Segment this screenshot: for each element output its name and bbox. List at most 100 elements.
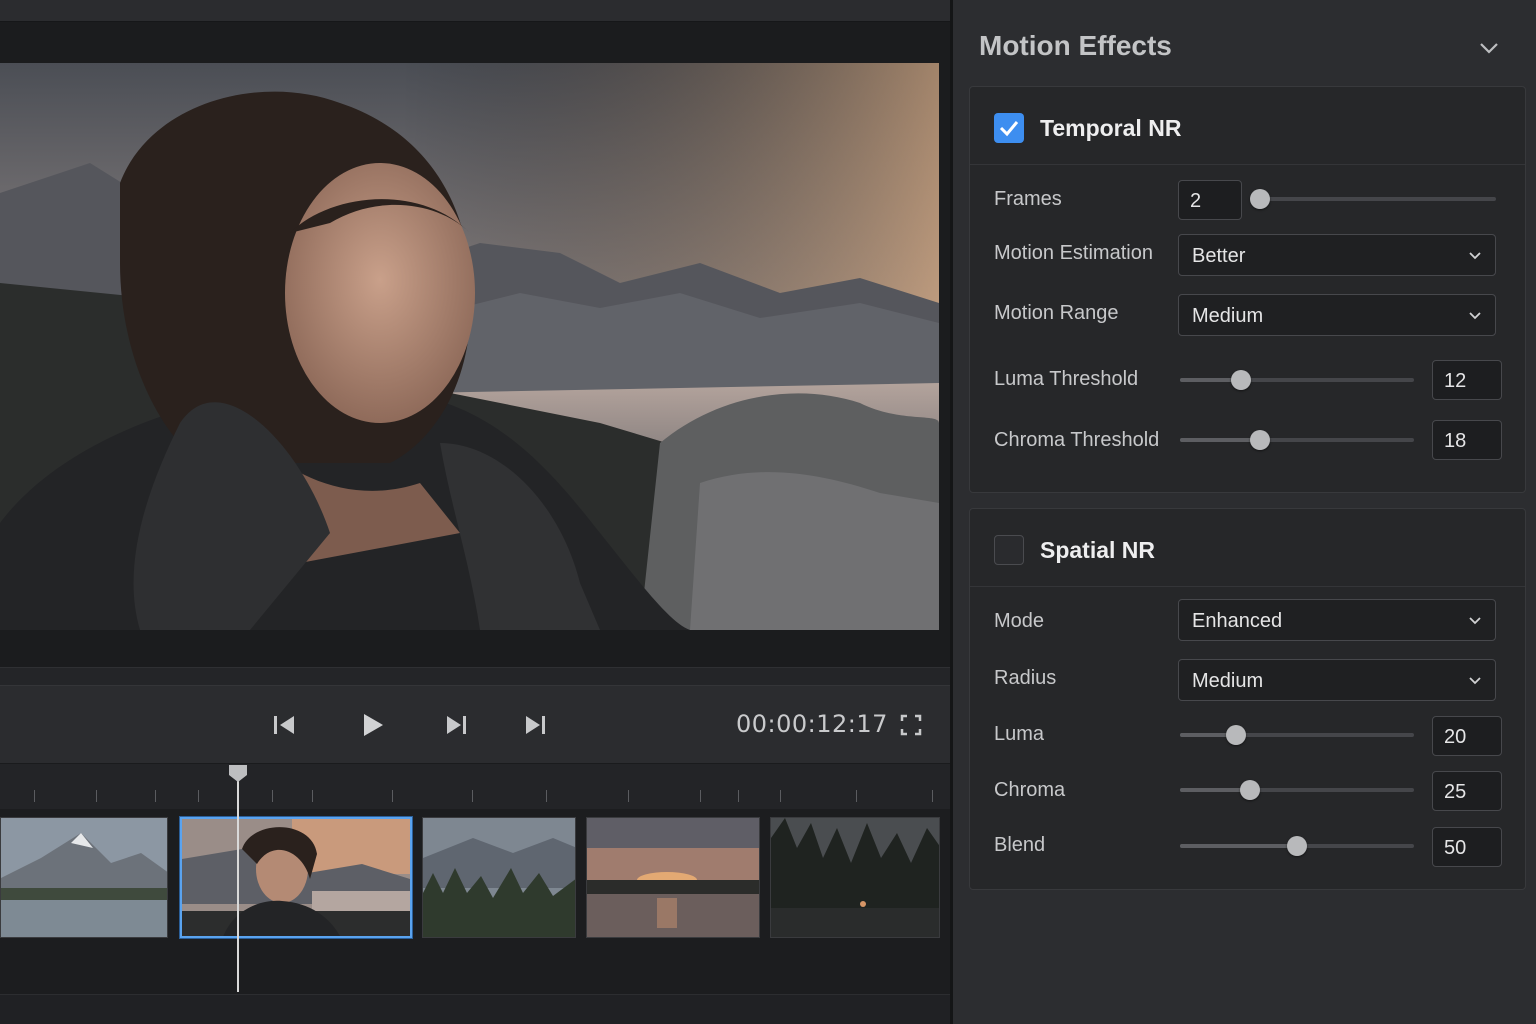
timeline-footer (0, 994, 950, 1024)
mode-select[interactable]: Enhanced (1178, 599, 1496, 641)
slider-knob[interactable] (1287, 836, 1307, 856)
slider-knob[interactable] (1230, 370, 1251, 390)
frames-label: Frames (994, 188, 1062, 210)
luma-threshold-input[interactable]: 12 (1432, 360, 1502, 400)
viewer-toolbar (0, 0, 950, 22)
thumbnail-image (182, 819, 410, 936)
chevron-down-icon (1469, 312, 1481, 320)
spatial-nr-header: Spatial NR (970, 509, 1525, 587)
playhead-line[interactable] (237, 778, 239, 992)
video-frame-image (0, 63, 939, 630)
ruler-tick (780, 790, 781, 802)
slider-fill (1180, 844, 1297, 848)
spatial-nr-title: Spatial NR (1040, 537, 1156, 563)
mode-value: Enhanced (1192, 610, 1283, 632)
clip-thumbnail-portrait-selected[interactable] (180, 817, 412, 938)
thumbnail-image (1, 818, 167, 937)
timecode-display: 00:00:12:17 (736, 710, 888, 738)
clip-filmstrip (0, 809, 950, 994)
chevron-down-icon[interactable] (1477, 36, 1501, 60)
temporal-nr-group: Temporal NR Frames 2 Motion Estimation B… (969, 86, 1526, 493)
ruler-tick (312, 790, 313, 802)
viewer-status-strip (0, 667, 950, 685)
playhead-handle-icon[interactable] (227, 763, 249, 783)
temporal-nr-title: Temporal NR (1040, 115, 1182, 141)
chroma-input[interactable]: 25 (1432, 771, 1502, 811)
luma-label: Luma (994, 723, 1045, 745)
slider-knob[interactable] (1240, 780, 1261, 800)
motion-estimation-value: Better (1192, 245, 1246, 267)
slider-track (1260, 197, 1496, 201)
clip-thumbnail-night-forest[interactable] (770, 817, 940, 938)
video-preview[interactable] (0, 63, 939, 630)
radius-value: Medium (1192, 670, 1264, 692)
ruler-tick (392, 790, 393, 802)
skip-to-start-button[interactable] (267, 708, 301, 742)
ruler-tick (472, 790, 473, 802)
play-button[interactable] (355, 708, 389, 742)
luma-threshold-label: Luma Threshold (994, 368, 1139, 390)
chroma-threshold-slider[interactable] (1180, 428, 1414, 452)
blend-input[interactable]: 50 (1432, 827, 1502, 867)
play-icon (364, 714, 383, 736)
skip-to-end-button[interactable] (518, 708, 552, 742)
ruler-tick (700, 790, 701, 802)
ruler-tick (856, 790, 857, 802)
motion-range-value: Medium (1192, 305, 1264, 327)
frames-input[interactable]: 2 (1178, 180, 1242, 220)
chevron-down-icon (1469, 617, 1481, 625)
mode-label: Mode (994, 610, 1045, 632)
blend-slider[interactable] (1180, 834, 1414, 858)
spatial-nr-group: Spatial NR Mode Enhanced Radius Medium L… (969, 508, 1526, 890)
radius-select[interactable]: Medium (1178, 659, 1496, 701)
timeline-ruler[interactable] (0, 763, 950, 809)
clip-thumbnail-forest-valley[interactable] (422, 817, 576, 938)
luma-input[interactable]: 20 (1432, 716, 1502, 756)
chroma-slider[interactable] (1180, 778, 1414, 802)
chroma-threshold-label: Chroma Threshold (994, 429, 1160, 451)
motion-estimation-label: Motion Estimation (994, 242, 1153, 264)
step-forward-button[interactable] (440, 708, 474, 742)
luma-threshold-slider[interactable] (1180, 368, 1414, 392)
clip-thumbnail-sunset-lake[interactable] (586, 817, 760, 938)
ruler-tick (272, 790, 273, 802)
ruler-tick (96, 790, 97, 802)
fullscreen-button[interactable] (896, 710, 926, 740)
temporal-nr-header: Temporal NR (970, 87, 1525, 165)
temporal-nr-checkbox[interactable] (994, 113, 1024, 143)
skip-to-end-icon (526, 716, 545, 734)
radius-label: Radius (994, 667, 1057, 689)
thumbnail-image (587, 818, 759, 937)
motion-range-label: Motion Range (994, 302, 1119, 324)
ruler-tick (546, 790, 547, 802)
chroma-threshold-input[interactable]: 18 (1432, 420, 1502, 460)
transport-bar: 00:00:12:17 (0, 685, 950, 763)
spatial-nr-checkbox[interactable] (994, 535, 1024, 565)
panel-title: Motion Effects (979, 30, 1172, 61)
fullscreen-icon (900, 714, 922, 736)
slider-fill (1180, 438, 1260, 442)
skip-to-start-icon (274, 716, 294, 734)
motion-estimation-select[interactable]: Better (1178, 234, 1496, 276)
ruler-tick (198, 790, 199, 802)
clip-thumbnail-mountain-lake[interactable] (0, 817, 168, 938)
ruler-tick (932, 790, 933, 802)
chevron-down-icon (1469, 677, 1481, 685)
chroma-label: Chroma (994, 779, 1066, 801)
checkmark-icon (999, 121, 1019, 137)
luma-slider[interactable] (1180, 723, 1414, 747)
motion-range-select[interactable]: Medium (1178, 294, 1496, 336)
thumbnail-image (423, 818, 575, 937)
slider-knob[interactable] (1226, 725, 1247, 745)
slider-knob[interactable] (1250, 189, 1270, 209)
ruler-tick (155, 790, 156, 802)
viewer-area: 00:00:12:17 (0, 0, 950, 1024)
thumbnail-image (771, 818, 939, 937)
slider-knob[interactable] (1249, 430, 1270, 450)
motion-effects-panel: Motion Effects Temporal NR Frames 2 Moti… (953, 0, 1536, 1024)
chevron-down-icon (1469, 252, 1481, 260)
step-forward-icon (447, 716, 466, 734)
blend-label: Blend (994, 834, 1046, 856)
frames-slider[interactable] (1250, 187, 1496, 211)
ruler-tick (738, 790, 739, 802)
